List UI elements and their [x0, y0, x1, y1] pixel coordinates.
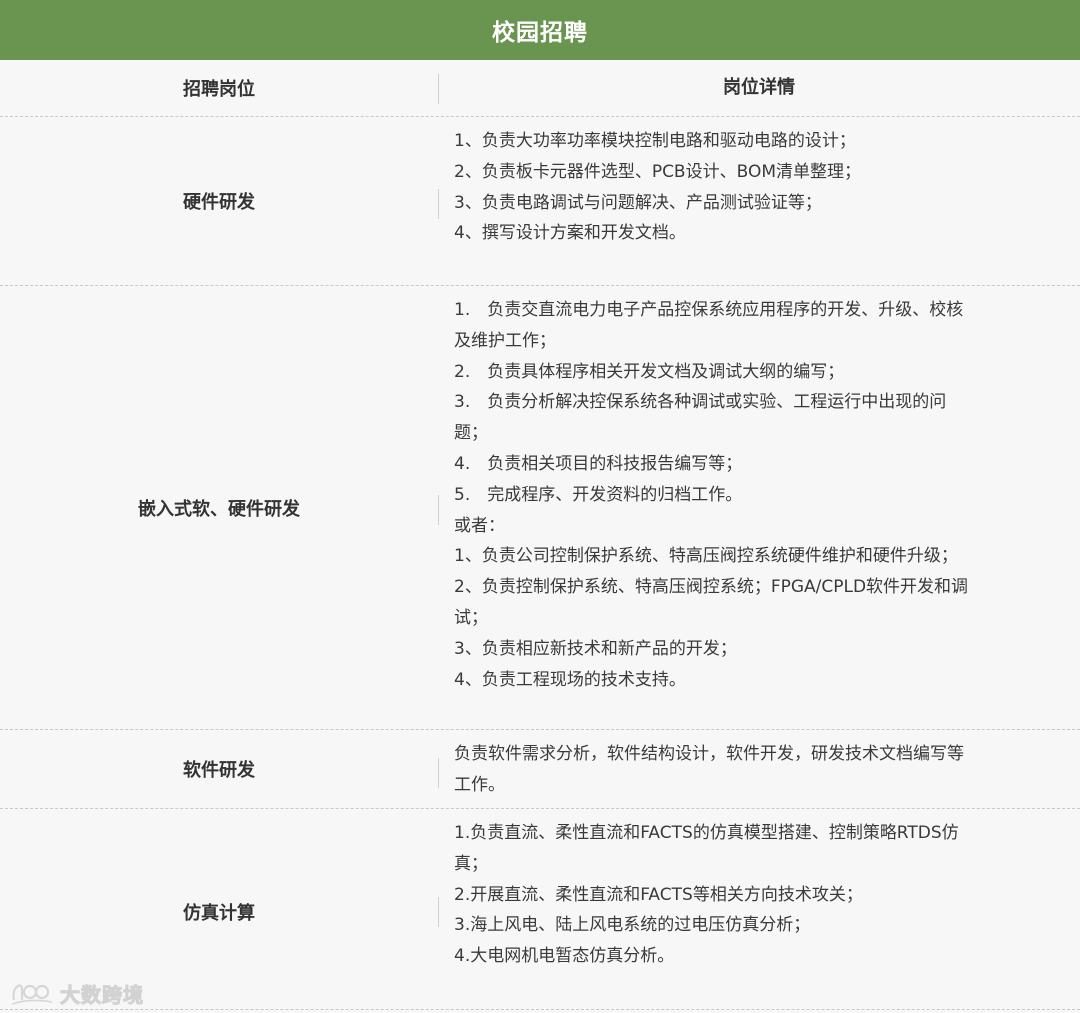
detail-line: 2.开展直流、柔性直流和FACTS等相关方向技术攻关；	[454, 884, 863, 905]
table-row-simulation: 仿真计算 1.负责直流、柔性直流和FACTS的仿真模型搭建、控制策略RTDS仿 …	[0, 809, 1080, 1010]
detail-line: 3. 负责分析解决控保系统各种调试或实验、工程运行中出现的问	[454, 392, 947, 413]
position-details: 负责软件需求分析，软件结构设计，软件开发，研发技术文档编写等 工作。	[454, 739, 1076, 817]
column-divider	[438, 495, 439, 525]
detail-line: 负责软件需求分析，软件结构设计，软件开发，研发技术文档编写等	[454, 744, 964, 764]
position-details: 1. 负责交直流电力电子产品控保系统应用程序的开发、升级、校核 及维护工作； 2…	[454, 295, 1076, 738]
detail-line: 1、负责大功率功率模块控制电路和驱动电路的设计；	[454, 131, 856, 151]
detail-line: 及维护工作；	[454, 330, 556, 351]
watermark-logo-icon	[11, 984, 53, 1005]
detail-line: 2、负责板卡元器件选型、PCB设计、BOM清单整理；	[454, 161, 862, 182]
detail-line: 5. 完成程序、开发资料的归档工作。	[454, 484, 743, 505]
page-title: 校园招聘	[492, 20, 588, 46]
column-divider	[438, 897, 439, 927]
title-bar: 校园招聘	[0, 0, 1080, 60]
watermark-text: 大数跨境	[60, 982, 144, 1007]
position-name: 软件研发	[183, 760, 255, 781]
detail-line: 试；	[454, 607, 488, 628]
detail-line: 2. 负责具体程序相关开发文档及调试大纲的编写；	[454, 361, 845, 382]
detail-line: 真；	[454, 853, 488, 874]
detail-line: 或者：	[454, 515, 505, 536]
header-details: 岗位详情	[723, 76, 795, 98]
detail-line: 3、负责电路调试与问题解决、产品测试验证等；	[454, 192, 822, 213]
table-row-software: 软件研发 负责软件需求分析，软件结构设计，软件开发，研发技术文档编写等 工作。	[0, 730, 1080, 809]
detail-line: 工作。	[454, 774, 505, 795]
detail-line: 4、撰写设计方案和开发文档。	[454, 223, 686, 244]
detail-line: 题；	[454, 423, 488, 444]
position-name: 硬件研发	[183, 192, 255, 213]
detail-line: 4. 负责相关项目的科技报告编写等；	[454, 453, 743, 474]
position-details: 1、负责大功率功率模块控制电路和驱动电路的设计； 2、负责板卡元器件选型、PCB…	[454, 126, 1076, 294]
detail-line: 1. 负责交直流电力电子产品控保系统应用程序的开发、升级、校核	[454, 300, 964, 320]
table-row-hardware: 硬件研发 1、负责大功率功率模块控制电路和驱动电路的设计； 2、负责板卡元器件选…	[0, 117, 1080, 286]
detail-line: 3、负责相应新技术和新产品的开发；	[454, 638, 737, 659]
position-details: 1.负责直流、柔性直流和FACTS的仿真模型搭建、控制策略RTDS仿 真； 2.…	[454, 818, 1076, 1013]
table-header: 招聘岗位 岗位详情	[0, 60, 1080, 117]
detail-line: 2、负责控制保护系统、特高压阀控系统；FPGA/CPLD软件开发和调	[454, 577, 969, 598]
column-divider	[438, 189, 439, 219]
column-divider	[438, 758, 439, 788]
detail-line: 3.海上风电、陆上风电系统的过电压仿真分析；	[454, 915, 811, 936]
header-position: 招聘岗位	[183, 79, 255, 100]
detail-line: 4、负责工程现场的技术支持。	[454, 669, 686, 690]
detail-line: 1.负责直流、柔性直流和FACTS的仿真模型搭建、控制策略RTDS仿	[454, 823, 959, 843]
position-name: 嵌入式软、硬件研发	[138, 498, 300, 520]
watermark: 大数跨境	[10, 978, 144, 1008]
detail-line: 4.大电网机电暂态仿真分析。	[454, 946, 675, 967]
detail-line: 1、负责公司控制保护系统、特高压阀控系统硬件维护和硬件升级；	[454, 546, 958, 567]
table-row-embedded: 嵌入式软、硬件研发 1. 负责交直流电力电子产品控保系统应用程序的开发、升级、校…	[0, 286, 1080, 730]
recruitment-page: 校园招聘 招聘岗位 岗位详情 硬件研发 1、负责大功率功率模块控制电路和驱动电路…	[0, 0, 1080, 1013]
